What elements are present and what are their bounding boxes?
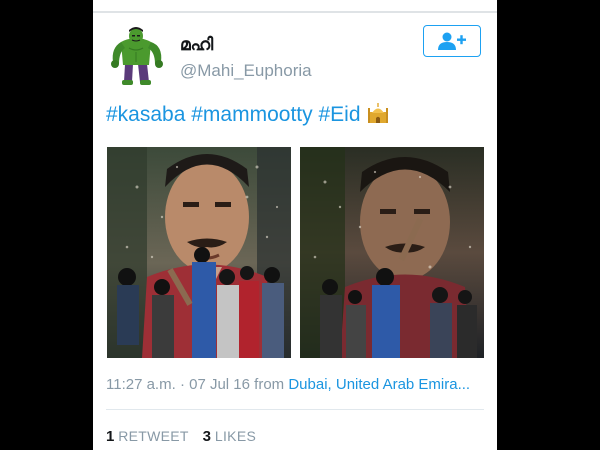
hulk-avatar-icon (105, 24, 167, 86)
tweet-card: മഹി @Mahi_Euphoria #kasaba #mammootty #E… (93, 0, 497, 450)
display-name[interactable]: മഹി (180, 35, 213, 55)
follow-button[interactable] (423, 25, 481, 57)
likes-label[interactable]: LIKES (215, 428, 256, 444)
user-handle[interactable]: @Mahi_Euphoria (180, 61, 312, 81)
actor-poster-photo-1 (107, 147, 291, 358)
retweet-label[interactable]: RETWEET (118, 428, 189, 444)
location-link[interactable]: Dubai, United Arab Emira... (288, 376, 470, 393)
divider (106, 409, 484, 410)
mosque-icon (368, 103, 389, 123)
hashtag-link[interactable]: #mammootty (191, 103, 312, 126)
hashtag-link[interactable]: #Eid (318, 103, 360, 126)
avatar[interactable] (105, 24, 167, 86)
tweet-date[interactable]: 07 Jul 16 (189, 376, 250, 393)
tweet-media-photo[interactable] (300, 147, 484, 358)
actor-poster-photo-2 (300, 147, 484, 358)
hashtag-link[interactable]: #kasaba (106, 103, 185, 126)
tweet-media-photo[interactable] (107, 147, 291, 358)
tweet-metadata: 11:27 a.m. · 07 Jul 16 from Dubai, Unite… (106, 376, 470, 393)
follow-user-plus-icon (438, 32, 466, 50)
retweet-count[interactable]: 1 (106, 428, 114, 445)
tweet-stats: 1 RETWEET 3 LIKES (106, 428, 266, 445)
meta-separator: · (179, 376, 185, 393)
divider (93, 11, 497, 13)
likes-count[interactable]: 3 (203, 428, 211, 445)
tweet-time[interactable]: 11:27 a.m. (106, 376, 176, 393)
from-label: from (254, 376, 285, 393)
tweet-text: #kasaba #mammootty #Eid (106, 102, 389, 127)
